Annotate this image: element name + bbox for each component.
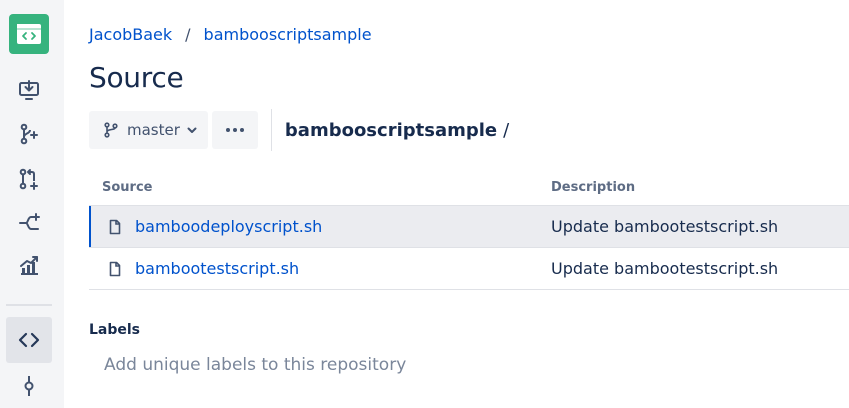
table-row[interactable]: bamboodeployscript.sh Update bambootests… (89, 206, 849, 248)
toolbar-divider (270, 109, 272, 151)
sidebar-divider (6, 304, 52, 306)
file-name-link[interactable]: bamboodeployscript.sh (135, 217, 322, 236)
branch-name: master (127, 121, 180, 139)
source-toolbar: master bambooscriptsample / (89, 109, 509, 151)
code-repo-icon[interactable] (9, 14, 49, 54)
add-labels-field[interactable]: Add unique labels to this repository (104, 355, 406, 375)
file-icon (109, 219, 121, 234)
insights-icon[interactable] (12, 249, 46, 283)
ellipsis-dot (239, 128, 244, 132)
page-title: Source (89, 61, 184, 94)
breadcrumb: JacobBaek / bambooscriptsample (89, 25, 372, 44)
pull-request-icon[interactable] (12, 162, 46, 196)
column-header-description: Description (551, 180, 636, 195)
file-table: Source Description bamboodeployscript.sh… (89, 170, 849, 290)
clone-icon[interactable] (12, 73, 46, 107)
path-separator: / (503, 119, 510, 141)
file-icon (109, 261, 121, 276)
file-cell: bambootestscript.sh (89, 259, 551, 278)
path-repo-name[interactable]: bambooscriptsample (285, 120, 497, 141)
ellipsis-dot (225, 128, 230, 132)
source-icon[interactable] (6, 317, 52, 363)
breadcrumb-separator: / (185, 25, 191, 44)
commits-icon[interactable] (12, 369, 46, 403)
table-header: Source Description (89, 170, 849, 206)
file-description: Update bambootestscript.sh (551, 217, 779, 236)
labels-heading: Labels (89, 322, 141, 338)
chevron-down-icon (187, 127, 197, 133)
branch-icon (104, 122, 118, 138)
breadcrumb-repo-link[interactable]: bambooscriptsample (204, 25, 372, 44)
file-name-link[interactable]: bambootestscript.sh (135, 259, 299, 278)
create-branch-icon[interactable] (12, 117, 46, 151)
file-cell: bamboodeployscript.sh (89, 217, 551, 236)
more-actions-button[interactable] (211, 111, 258, 149)
project-sidebar (0, 0, 64, 408)
breadcrumb-owner-link[interactable]: JacobBaek (89, 25, 172, 44)
file-description: Update bambootestscript.sh (551, 259, 779, 278)
ellipsis-dot (232, 128, 237, 132)
branch-selector-button[interactable]: master (89, 111, 208, 149)
current-path: bambooscriptsample / (285, 120, 509, 141)
pipelines-icon[interactable] (12, 206, 46, 240)
column-header-source: Source (102, 180, 153, 195)
table-row[interactable]: bambootestscript.sh Update bambootestscr… (89, 248, 849, 290)
